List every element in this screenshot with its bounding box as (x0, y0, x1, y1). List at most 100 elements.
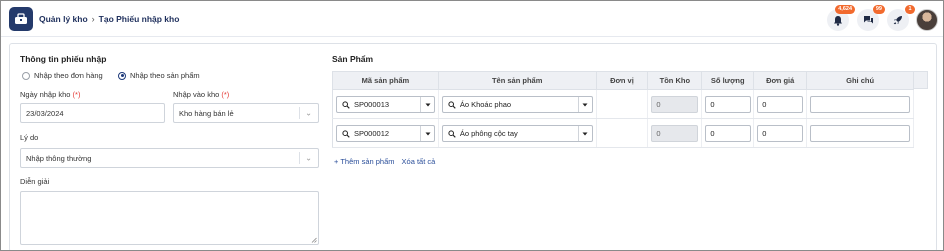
quantity-value: 0 (710, 129, 715, 138)
note-input[interactable] (810, 125, 911, 142)
date-label: Ngày nhập kho (*) (20, 90, 80, 99)
product-name-value: Áo Khoác phao (459, 100, 512, 109)
warehouse-label: Nhập vào kho (*) (173, 90, 229, 99)
chat-icon (863, 16, 873, 24)
user-avatar[interactable] (916, 9, 938, 31)
quantity-value: 0 (710, 100, 715, 109)
radio-by-order[interactable]: Nhập theo đơn hàng (22, 71, 103, 80)
col-header-price: Đơn giá (753, 71, 808, 90)
cell-price: 0 (753, 118, 808, 148)
messages-badge: 99 (872, 5, 885, 14)
chevron-down-icon: ⌄ (305, 108, 312, 118)
bell-icon (834, 15, 842, 26)
notifications-badge: 4,624 (835, 5, 855, 14)
search-icon (448, 129, 456, 138)
search-icon (448, 100, 456, 109)
app-window: Quản lý kho › Tạo Phiếu nhập kho 4,624 9… (0, 0, 944, 251)
cell-name: Áo Khoác phao (438, 89, 597, 119)
note-input[interactable] (810, 96, 911, 113)
table-row: SP000013 Áo Khoác phao 0 0 0 (332, 89, 914, 119)
stock-field: 0 (651, 96, 699, 113)
chevron-down-icon: ⌄ (305, 153, 312, 163)
reason-select[interactable]: Nhập thông thường ⌄ (20, 148, 319, 168)
dropdown-arrow-icon[interactable] (420, 97, 434, 112)
cell-unit (596, 118, 649, 148)
cell-stock: 0 (647, 89, 703, 119)
stock-field: 0 (651, 125, 699, 142)
price-value: 0 (762, 129, 767, 138)
cell-name: Áo phông cộc tay (438, 118, 597, 148)
product-name-combo[interactable]: Áo Khoác phao (441, 96, 593, 113)
date-label-text: Ngày nhập kho (20, 90, 71, 99)
table-header-filler (914, 71, 928, 89)
cell-note (806, 118, 914, 148)
col-header-note: Ghi chú (806, 71, 914, 90)
reason-value: Nhập thông thường (26, 153, 92, 163)
cell-qty: 0 (701, 89, 755, 119)
warehouse-value: Kho hàng bán lẻ (179, 108, 234, 118)
price-value: 0 (762, 100, 767, 109)
radio-circle-checked (118, 71, 126, 80)
col-header-unit: Đơn vị (595, 71, 649, 90)
receipt-info-title: Thông tin phiếu nhập (20, 54, 107, 64)
dropdown-arrow-icon[interactable] (577, 126, 592, 141)
clear-all-link[interactable]: Xóa tất cả (402, 157, 436, 166)
rocket-icon (893, 16, 902, 25)
col-header-qty: Số lượng (701, 71, 755, 90)
product-name-combo[interactable]: Áo phông cộc tay (441, 125, 593, 142)
radio-by-product-label: Nhập theo sản phẩm (130, 71, 200, 80)
stock-value: 0 (656, 129, 661, 138)
required-mark: (*) (221, 90, 230, 99)
warehouse-app-icon[interactable] (9, 7, 33, 31)
main-content: Thông tin phiếu nhập Nhập theo đơn hàng … (9, 43, 937, 250)
breadcrumb-item-warehouse[interactable]: Quản lý kho (39, 14, 88, 24)
table-row: SP000012 Áo phông cộc tay 0 0 0 (332, 118, 914, 148)
cell-code: SP000013 (332, 89, 439, 119)
messages-button[interactable]: 99 (857, 5, 885, 31)
date-input[interactable]: 23/03/2024 (20, 103, 165, 123)
dropdown-arrow-icon[interactable] (420, 126, 434, 141)
col-header-stock: Tồn Kho (647, 71, 703, 90)
date-value: 23/03/2024 (26, 108, 64, 118)
description-label: Diễn giải (20, 177, 50, 186)
add-product-link[interactable]: + Thêm sản phẩm (334, 157, 395, 166)
updates-badge: 1 (905, 5, 915, 14)
required-mark: (*) (72, 90, 81, 99)
col-header-code: Mã sản phẩm (332, 71, 439, 90)
breadcrumb-item-current: Tạo Phiếu nhập kho (98, 14, 180, 24)
notifications-button[interactable]: 4,624 (827, 5, 855, 31)
product-code-combo[interactable]: SP000012 (336, 125, 435, 142)
select-divider (299, 152, 300, 164)
search-icon (342, 100, 350, 109)
cell-price: 0 (753, 89, 808, 119)
radio-by-product[interactable]: Nhập theo sản phẩm (118, 71, 200, 80)
table-actions: + Thêm sản phẩm Xóa tất cả (334, 157, 435, 166)
cell-code: SP000012 (332, 118, 439, 148)
dropdown-arrow-icon[interactable] (577, 97, 592, 112)
cell-note (806, 89, 914, 119)
quantity-input[interactable]: 0 (705, 125, 752, 142)
product-code-value: SP000012 (354, 129, 390, 138)
radio-by-order-label: Nhập theo đơn hàng (34, 71, 103, 80)
top-header: Quản lý kho › Tạo Phiếu nhập kho 4,624 9… (1, 1, 943, 37)
description-textarea[interactable] (20, 191, 319, 245)
cell-qty: 0 (701, 118, 755, 148)
product-name-value: Áo phông cộc tay (459, 129, 518, 138)
search-icon (342, 129, 350, 138)
select-divider (299, 107, 300, 119)
warehouse-select[interactable]: Kho hàng bán lẻ ⌄ (173, 103, 319, 123)
col-header-name: Tên sản phẩm (437, 71, 597, 90)
products-table: Mã sản phẩm Tên sản phẩm Đơn vị Tồn Kho … (332, 71, 914, 148)
product-code-combo[interactable]: SP000013 (336, 96, 435, 113)
updates-button[interactable]: 1 (887, 5, 915, 31)
price-input[interactable]: 0 (757, 96, 804, 113)
cell-unit (596, 89, 649, 119)
price-input[interactable]: 0 (757, 125, 804, 142)
resize-handle-icon[interactable] (311, 237, 317, 243)
stock-value: 0 (656, 100, 661, 109)
reason-label: Lý do (20, 133, 39, 142)
radio-circle (22, 71, 30, 80)
quantity-input[interactable]: 0 (705, 96, 752, 113)
warehouse-label-text: Nhập vào kho (173, 90, 220, 99)
breadcrumb: Quản lý kho › Tạo Phiếu nhập kho (39, 14, 179, 24)
